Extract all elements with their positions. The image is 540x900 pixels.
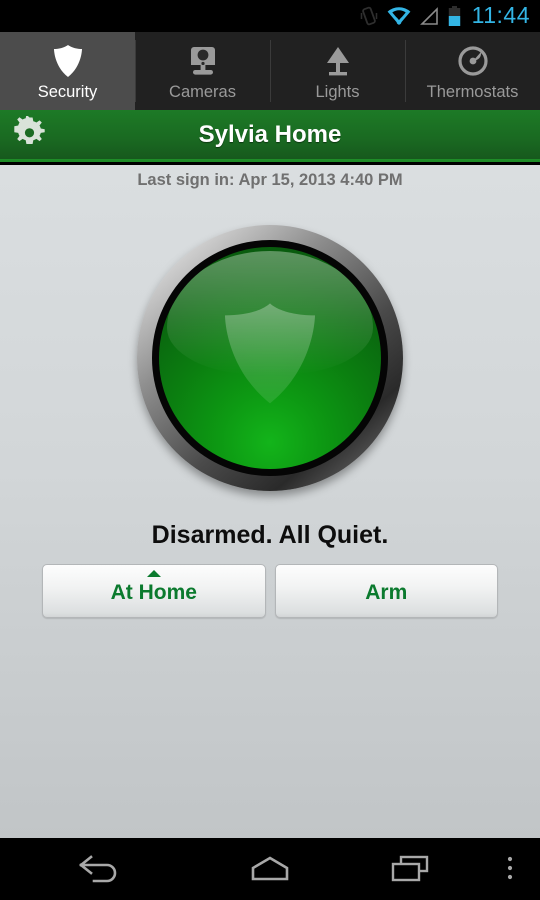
status-button-container — [0, 225, 540, 491]
last-signin-text: Last sign in: Apr 15, 2013 4:40 PM — [137, 171, 403, 189]
arm-button-label: Arm — [365, 581, 408, 604]
thermostat-icon — [456, 44, 490, 78]
status-bar: 11:44 — [0, 0, 540, 32]
status-bar-clock: 11:44 — [471, 1, 530, 28]
tab-cameras[interactable]: Cameras — [135, 32, 270, 110]
tab-lights[interactable]: Lights — [270, 32, 405, 110]
tab-label-cameras: Cameras — [169, 83, 236, 101]
at-home-button-label: At Home — [110, 581, 197, 604]
signal-icon — [419, 6, 439, 26]
home-icon[interactable] — [200, 838, 340, 900]
android-app-screen: 11:44 Security Cameras Lights Thermostat… — [0, 0, 540, 900]
status-button-face — [159, 247, 381, 469]
settings-button[interactable] — [0, 109, 58, 161]
tab-bar: Security Cameras Lights Thermostats — [0, 32, 540, 110]
at-home-button[interactable]: At Home — [42, 564, 266, 618]
lamp-icon — [321, 44, 355, 78]
action-bar: Sylvia Home — [0, 110, 540, 162]
back-icon[interactable] — [0, 838, 200, 900]
system-navigation-bar — [0, 838, 540, 900]
shield-icon — [223, 301, 317, 410]
tab-thermostats[interactable]: Thermostats — [405, 32, 540, 110]
shield-icon — [53, 44, 83, 78]
vibrate-icon — [360, 6, 378, 26]
battery-icon — [448, 5, 461, 27]
mode-button-group: At Home Arm — [0, 564, 540, 618]
caret-up-icon — [146, 570, 161, 577]
tab-label-security: Security — [37, 83, 98, 101]
gear-icon — [13, 113, 46, 154]
arm-status-button[interactable] — [137, 225, 403, 491]
tab-label-thermostats: Thermostats — [426, 83, 519, 101]
main-content: Last sign in: Apr 15, 2013 4:40 PM Disar… — [0, 165, 540, 838]
overflow-menu-icon[interactable] — [480, 838, 540, 900]
tab-security[interactable]: Security — [0, 32, 135, 110]
wifi-icon — [387, 6, 411, 26]
camera-icon — [187, 44, 219, 78]
tab-label-lights: Lights — [315, 83, 360, 101]
arm-button[interactable]: Arm — [274, 564, 498, 618]
security-status-text: Disarmed. All Quiet. — [151, 521, 389, 549]
recents-icon[interactable] — [340, 838, 480, 900]
page-title: Sylvia Home — [198, 120, 342, 148]
